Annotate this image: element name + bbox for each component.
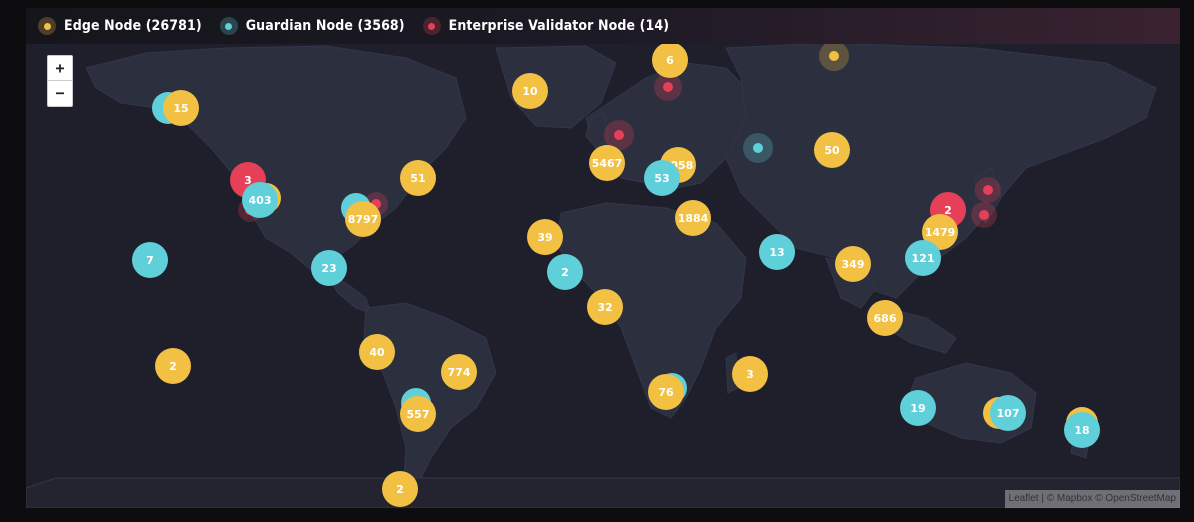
map-attribution: Leaflet | © Mapbox © OpenStreetMap bbox=[1004, 490, 1180, 508]
guardian-cluster-marker[interactable]: 403 bbox=[242, 182, 278, 218]
guardian-cluster-marker[interactable]: 18 bbox=[1064, 412, 1100, 448]
zoom-in-button[interactable]: + bbox=[48, 56, 72, 81]
edge-cluster-marker[interactable]: 2 bbox=[382, 471, 418, 507]
guardian-cluster-marker[interactable]: 19 bbox=[900, 390, 936, 426]
edge-cluster-marker[interactable]: 686 bbox=[867, 300, 903, 336]
legend-item-guardian-node[interactable]: Guardian Node (3568) bbox=[219, 17, 405, 35]
edge-cluster-marker[interactable]: 1884 bbox=[675, 200, 711, 236]
edge-cluster-marker[interactable]: 557 bbox=[400, 396, 436, 432]
edge-cluster-marker[interactable]: 8797 bbox=[345, 201, 381, 237]
validator-node-marker[interactable] bbox=[983, 185, 993, 195]
leaflet-link[interactable]: Leaflet bbox=[1009, 493, 1039, 504]
guardian-cluster-marker[interactable]: 23 bbox=[311, 250, 347, 286]
guardian-cluster-marker[interactable]: 2 bbox=[547, 254, 583, 290]
edge-cluster-marker[interactable]: 6 bbox=[652, 42, 688, 78]
guardian-cluster-marker[interactable]: 7 bbox=[132, 242, 168, 278]
validator-node-marker[interactable] bbox=[979, 210, 989, 220]
edge-cluster-marker[interactable]: 349 bbox=[835, 246, 871, 282]
edge-node-dot-icon bbox=[38, 17, 56, 35]
edge-cluster-marker[interactable]: 32 bbox=[587, 289, 623, 325]
guardian-cluster-marker[interactable]: 107 bbox=[990, 395, 1026, 431]
edge-cluster-marker[interactable]: 5467 bbox=[589, 145, 625, 181]
edge-cluster-marker[interactable]: 50 bbox=[814, 132, 850, 168]
osm-link[interactable]: OpenStreetMap bbox=[1105, 493, 1176, 504]
validator-node-marker[interactable] bbox=[614, 130, 624, 140]
edge-cluster-marker[interactable]: 3 bbox=[732, 356, 768, 392]
legend-item-enterprise-validator-node[interactable]: Enterprise Validator Node (14) bbox=[422, 17, 670, 35]
edge-cluster-marker[interactable]: 39 bbox=[527, 219, 563, 255]
legend-label: Edge Node (26781) bbox=[64, 18, 202, 34]
edge-cluster-marker[interactable]: 51 bbox=[400, 160, 436, 196]
attribution-separator: | © bbox=[1038, 493, 1057, 504]
edge-cluster-marker[interactable]: 10 bbox=[512, 73, 548, 109]
edge-cluster-marker[interactable]: 15 bbox=[163, 90, 199, 126]
guardian-node-dot-icon bbox=[219, 17, 238, 35]
world-map[interactable] bbox=[26, 8, 1180, 508]
edge-cluster-marker[interactable]: 40 bbox=[359, 334, 395, 370]
map-container[interactable]: Edge Node (26781) Guardian Node (3568) E… bbox=[26, 8, 1180, 508]
zoom-out-button[interactable]: − bbox=[48, 81, 72, 105]
zoom-control: + − bbox=[47, 55, 73, 107]
edge-cluster-marker[interactable]: 2 bbox=[155, 348, 191, 384]
legend-label: Enterprise Validator Node (14) bbox=[448, 18, 670, 34]
validator-node-marker[interactable] bbox=[663, 82, 673, 92]
guardian-cluster-marker[interactable]: 53 bbox=[644, 160, 680, 196]
legend-item-edge-node[interactable]: Edge Node (26781) bbox=[38, 17, 202, 35]
edge-node-marker[interactable] bbox=[829, 51, 839, 61]
edge-cluster-marker[interactable]: 76 bbox=[648, 374, 684, 410]
guardian-cluster-marker[interactable]: 13 bbox=[759, 234, 795, 270]
attribution-separator: © bbox=[1092, 493, 1106, 504]
mapbox-link[interactable]: Mapbox bbox=[1057, 493, 1093, 504]
legend-label: Guardian Node (3568) bbox=[245, 18, 405, 34]
guardian-node-marker[interactable] bbox=[753, 143, 763, 153]
map-legend: Edge Node (26781) Guardian Node (3568) E… bbox=[26, 8, 1180, 44]
guardian-cluster-marker[interactable]: 121 bbox=[905, 240, 941, 276]
edge-cluster-marker[interactable]: 774 bbox=[441, 354, 477, 390]
validator-node-dot-icon bbox=[422, 17, 441, 35]
